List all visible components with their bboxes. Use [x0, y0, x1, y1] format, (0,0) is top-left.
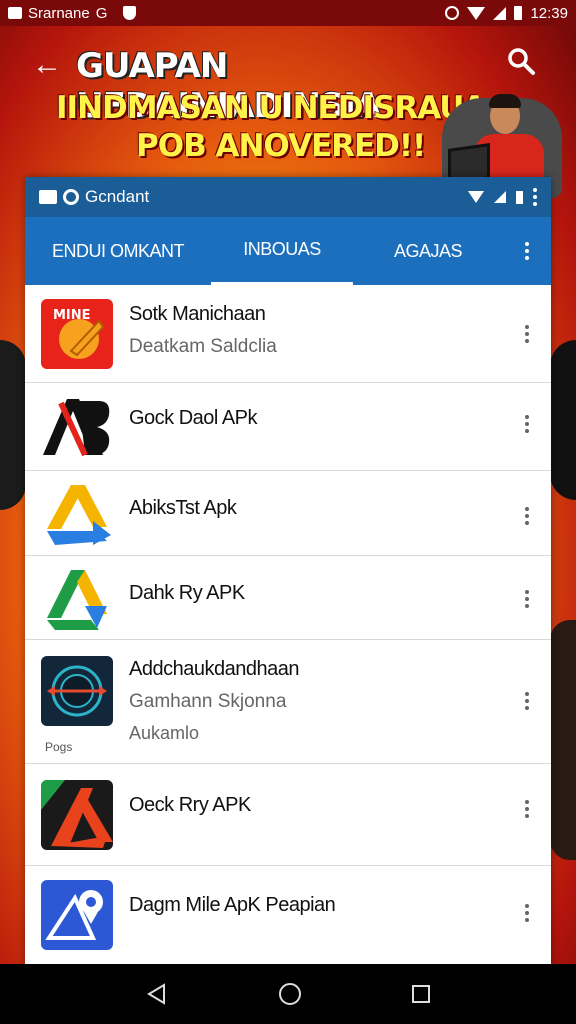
item-menu-icon[interactable]: [525, 904, 529, 922]
target-disc-icon: [41, 656, 113, 726]
promo-banner: ← GUAPAN UFDAINIADINSIA IINDMASAN U NEDI…: [0, 26, 576, 198]
wifi-icon: [468, 191, 484, 203]
background-figure-left: [0, 340, 26, 510]
list-item[interactable]: Oeck Rry APK: [25, 764, 551, 866]
app-top-bar: Gcndant: [25, 177, 551, 217]
tab-bar: ENDUI OMKANT INBOUAS AGAJAS: [25, 217, 551, 285]
list-item[interactable]: MINE Sotk Manichaan Deatkam Saldclia: [25, 285, 551, 383]
app-title: Addchaukdandhaan: [129, 658, 299, 680]
red-arrow-icon: [41, 780, 113, 850]
app-window: Gcndant ENDUI OMKANT INBOUAS AGAJAS MINE…: [25, 177, 551, 967]
system-nav-bar: [0, 964, 576, 1024]
shield-icon: [123, 6, 137, 20]
status-app-name: Srarnane: [28, 4, 90, 22]
background-figure-right: [550, 340, 576, 500]
item-menu-icon[interactable]: [525, 590, 529, 608]
svg-text:MINE: MINE: [53, 308, 91, 323]
drive-arrow-icon: [41, 481, 113, 551]
status-bar: Srarnane G 12:39: [0, 0, 576, 26]
status-time: 12:39: [530, 4, 568, 22]
more-vertical-icon: [525, 242, 529, 260]
app-title: Oeck Rry APK: [129, 794, 251, 816]
nav-back-icon[interactable]: [146, 983, 168, 1005]
list-item[interactable]: Dahk Ry APK: [25, 556, 551, 640]
icon-caption: Pogs: [45, 740, 73, 754]
notification-icon: [8, 7, 22, 19]
wifi-icon: [467, 6, 486, 20]
list-item[interactable]: Dagm Mile ApK Peapian: [25, 866, 551, 967]
background-figure-right-lower: [550, 620, 576, 860]
search-icon[interactable]: [506, 46, 536, 76]
item-menu-icon[interactable]: [525, 415, 529, 433]
item-menu-icon[interactable]: [525, 325, 529, 343]
video-icon: [39, 190, 57, 204]
list-item[interactable]: Pogs Addchaukdandhaan Gamhann Skjonna Au…: [25, 640, 551, 764]
tab-overflow-menu[interactable]: [503, 217, 551, 285]
app-subtitle: Gamhann Skjonna: [129, 691, 287, 712]
tab-agajas[interactable]: AGAJAS: [353, 217, 503, 285]
app-subtitle: Deatkam Saldclia: [129, 336, 277, 357]
banner-line-3: POB ANOVERED!!: [136, 128, 426, 164]
signal-icon: [494, 191, 506, 203]
list-item[interactable]: AbiksTst Apk: [25, 471, 551, 556]
app-title: AbiksTst Apk: [129, 497, 237, 519]
signal-icon: [493, 6, 507, 20]
pin-triangle-icon: [41, 880, 113, 950]
nav-home-icon[interactable]: [278, 983, 301, 1005]
ab-logo-icon: [41, 393, 113, 463]
status-g-label: G: [95, 4, 108, 22]
alarm-icon: [445, 6, 460, 20]
circle-c-icon: [63, 189, 79, 205]
app-title: Sotk Manichaan: [129, 303, 266, 325]
item-menu-icon[interactable]: [525, 800, 529, 818]
app-title: Gock Daol APk: [129, 407, 258, 429]
battery-icon: [514, 6, 523, 20]
app-subtitle-secondary: Aukamlo: [129, 723, 200, 743]
app-list: MINE Sotk Manichaan Deatkam Saldclia Goc…: [25, 285, 551, 967]
nav-recents-icon[interactable]: [412, 985, 431, 1003]
tab-inbouas[interactable]: INBOUAS: [211, 217, 353, 285]
app-title: Dagm Mile ApK Peapian: [129, 894, 336, 916]
tab-enduiomkant[interactable]: ENDUI OMKANT: [25, 217, 211, 285]
item-menu-icon[interactable]: [525, 507, 529, 525]
app-title: Dahk Ry APK: [129, 582, 245, 604]
drive-triangle-icon: [41, 566, 113, 636]
item-menu-icon[interactable]: [525, 692, 529, 710]
list-item[interactable]: Gock Daol APk: [25, 383, 551, 471]
mine-horn-icon: MINE: [41, 299, 113, 369]
overflow-menu-icon[interactable]: [533, 188, 537, 206]
app-bar-title: Gcndant: [85, 187, 150, 206]
battery-icon: [516, 190, 523, 204]
